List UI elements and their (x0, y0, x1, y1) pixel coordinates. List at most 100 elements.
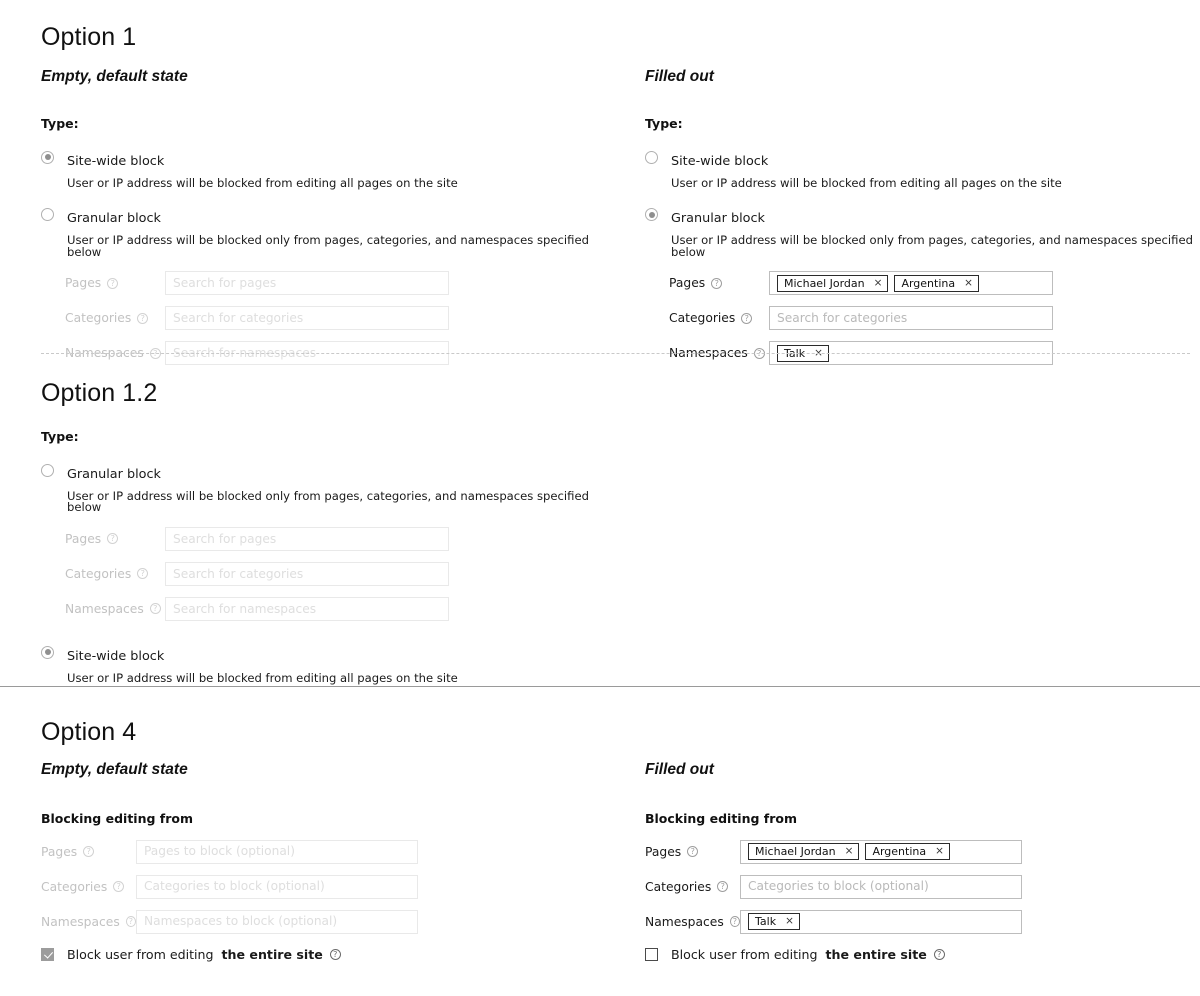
field-row-namespaces: Namespaces ? Search for namespaces (65, 596, 601, 621)
checkbox-indicator-entire-site[interactable] (645, 947, 658, 961)
field-label-categories: Categories ? (645, 880, 740, 894)
help-circle-icon[interactable]: ? (149, 603, 161, 615)
help-circle-icon[interactable]: ? (113, 881, 125, 892)
field-row-pages: Pages ? Search for pages (65, 526, 601, 551)
field-label-categories: Categories ? (65, 311, 165, 325)
radio-description-granular: User or IP address will be blocked only … (67, 488, 589, 515)
placeholder-categories: Search for categories (777, 311, 908, 326)
placeholder-pages: Search for pages (173, 531, 277, 546)
help-circle-icon[interactable]: ? (137, 312, 149, 324)
option-4-filled-column: Blocking editing from Pages ? Michael Jo… (645, 812, 1195, 962)
help-circle-icon[interactable]: ? (741, 312, 753, 324)
radio-indicator-sitewide[interactable] (645, 150, 658, 164)
checkbox-indicator-entire-site[interactable] (41, 947, 54, 961)
help-circle-icon[interactable]: ? (717, 881, 729, 892)
chip-label: Michael Jordan (784, 276, 865, 290)
radio-granular-block[interactable]: Granular block User or IP address will b… (645, 207, 1195, 258)
field-label-pages: Pages ? (65, 532, 165, 546)
search-input-categories[interactable]: Search for categories (165, 561, 449, 586)
radio-indicator-granular[interactable] (645, 208, 658, 222)
group-label-blocking-editing-from: Blocking editing from (41, 811, 193, 826)
radio-description-sitewide: User or IP address will be blocked from … (671, 175, 1062, 190)
help-circle-icon[interactable]: ? (687, 846, 699, 857)
type-label: Type: (645, 116, 683, 131)
field-label-pages: Pages ? (65, 276, 165, 290)
radio-indicator-sitewide[interactable] (41, 645, 54, 659)
chip-remove-icon[interactable]: × (874, 278, 883, 289)
placeholder-categories: Search for categories (173, 311, 304, 326)
chip-label: Michael Jordan (755, 845, 836, 858)
option-1-2-column: Type: Granular block User or IP address … (41, 430, 601, 685)
help-circle-icon[interactable]: ? (107, 277, 119, 289)
field-row-pages: Pages ? Search for pages (65, 271, 601, 296)
field-row-categories: Categories ? Search for categories (65, 306, 601, 331)
checkbox-label-lead: Block user from editing (671, 946, 818, 962)
radio-indicator-granular[interactable] (41, 463, 54, 477)
search-input-pages[interactable]: Michael Jordan × Argentina × (769, 271, 1053, 296)
block-input-namespaces[interactable]: Talk × (740, 909, 1022, 934)
radio-description-sitewide: User or IP address will be blocked from … (67, 175, 458, 190)
chip-remove-icon[interactable]: × (935, 846, 944, 857)
chip-remove-icon[interactable]: × (785, 916, 794, 927)
field-row-categories: Categories ? Categories to block (option… (41, 874, 601, 899)
help-circle-icon[interactable]: ? (933, 948, 945, 960)
chip-remove-icon[interactable]: × (845, 846, 854, 857)
chip-michael-jordan[interactable]: Michael Jordan × (777, 274, 889, 292)
help-circle-icon[interactable]: ? (107, 533, 119, 545)
option-4-empty-column: Blocking editing from Pages ? Pages to b… (41, 811, 601, 962)
radio-label-granular: Granular block (67, 466, 161, 482)
chip-argentina[interactable]: Argentina × (894, 274, 979, 292)
field-row-categories: Categories ? Categories to block (option… (645, 874, 1195, 899)
field-label-namespaces: Namespaces ? (645, 915, 740, 929)
block-input-pages[interactable]: Michael Jordan × Argentina × (740, 839, 1022, 864)
chip-remove-icon[interactable]: × (964, 278, 973, 289)
block-input-categories[interactable]: Categories to block (optional) (136, 874, 418, 899)
chip-argentina[interactable]: Argentina × (865, 843, 950, 860)
field-label-categories: Categories ? (669, 311, 769, 325)
placeholder-pages: Pages to block (optional) (144, 844, 295, 859)
radio-sitewide-block[interactable]: Site-wide block User or IP address will … (41, 645, 601, 685)
help-circle-icon[interactable]: ? (329, 948, 341, 960)
chip-label: Talk (755, 915, 777, 928)
field-row-pages: Pages ? Pages to block (optional) (41, 839, 601, 864)
radio-granular-block[interactable]: Granular block User or IP address will b… (41, 207, 601, 258)
search-input-pages[interactable]: Search for pages (165, 526, 449, 551)
help-circle-icon[interactable]: ? (729, 916, 740, 927)
block-input-categories[interactable]: Categories to block (optional) (740, 874, 1022, 899)
block-input-namespaces[interactable]: Namespaces to block (optional) (136, 909, 418, 934)
search-input-namespaces[interactable]: Search for namespaces (165, 596, 449, 621)
radio-indicator-sitewide[interactable] (41, 150, 54, 164)
checkbox-label-entire-site: Block user from editing the entire site … (671, 947, 945, 962)
radio-label-sitewide: Site-wide block (67, 648, 165, 664)
checkbox-label-emphasis: the entire site (221, 946, 323, 962)
checkbox-entire-site[interactable]: Block user from editing the entire site … (41, 947, 601, 962)
field-label-pages: Pages ? (669, 276, 769, 290)
option-1-empty-column: Type: Site-wide block User or IP address… (41, 116, 601, 366)
help-circle-icon[interactable]: ? (125, 916, 136, 927)
radio-sitewide-block[interactable]: Site-wide block User or IP address will … (645, 150, 1195, 190)
radio-sitewide-block[interactable]: Site-wide block User or IP address will … (41, 150, 601, 190)
search-input-categories[interactable]: Search for categories (769, 306, 1053, 331)
search-input-categories[interactable]: Search for categories (165, 306, 449, 331)
section-divider-solid (0, 686, 1200, 687)
chip-michael-jordan[interactable]: Michael Jordan × (748, 843, 860, 860)
checkbox-label-lead: Block user from editing (67, 946, 214, 962)
search-input-pages[interactable]: Search for pages (165, 271, 449, 296)
state-title-filled-option-4: Filled out (645, 761, 714, 778)
type-label: Type: (41, 116, 79, 131)
chip-talk[interactable]: Talk × (748, 913, 800, 930)
page-title-option-1-2: Option 1.2 (41, 379, 158, 407)
help-circle-icon[interactable]: ? (711, 277, 723, 289)
radio-label-sitewide: Site-wide block (671, 153, 769, 169)
radio-indicator-granular[interactable] (41, 208, 54, 222)
checkbox-entire-site[interactable]: Block user from editing the entire site … (645, 947, 1195, 962)
block-input-pages[interactable]: Pages to block (optional) (136, 839, 418, 864)
radio-label-granular: Granular block (671, 211, 765, 227)
help-circle-icon[interactable]: ? (137, 568, 149, 580)
radio-granular-block[interactable]: Granular block User or IP address will b… (41, 463, 601, 514)
placeholder-categories: Search for categories (173, 566, 304, 581)
help-circle-icon[interactable]: ? (83, 846, 95, 857)
section-divider-dashed (41, 353, 1190, 354)
field-label-categories: Categories ? (65, 567, 165, 581)
checkbox-label-entire-site: Block user from editing the entire site … (67, 947, 341, 962)
